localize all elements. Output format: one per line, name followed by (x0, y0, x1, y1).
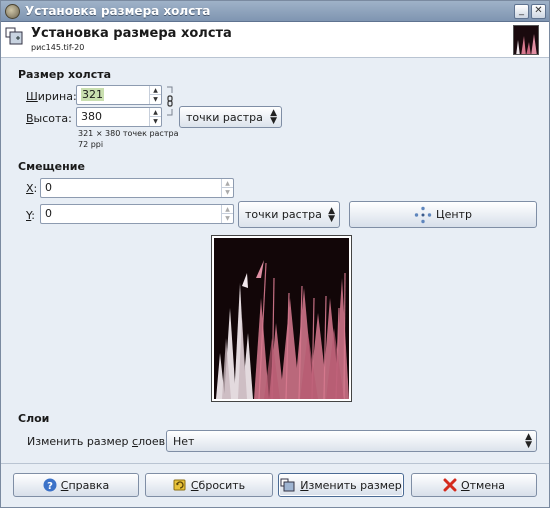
canvas-pixel-info: 321 × 380 точек растра (78, 129, 179, 138)
chevron-updown-icon: ▲ ▼ (328, 206, 335, 224)
chain-link-icon[interactable] (166, 86, 174, 116)
offset-y-input[interactable]: 0 ▲ ▼ (40, 204, 234, 224)
resize-layers-label: Изменить размер слоев: (27, 435, 169, 448)
height-value[interactable]: 380 (81, 110, 102, 123)
dialog-header: Установка размера холста рис145.tif-20 (1, 22, 549, 58)
dialog-heading: Установка размера холста (31, 26, 232, 41)
offset-unit-value: точки растра (245, 208, 322, 221)
reset-button[interactable]: Сбросить (145, 473, 273, 497)
height-label: Высота: (26, 112, 72, 125)
offset-x-value[interactable]: 0 (45, 181, 52, 194)
chevron-updown-icon: ▲ ▼ (270, 108, 277, 126)
center-button[interactable]: Центр (349, 201, 537, 228)
resize-label: Изменить размер (300, 478, 402, 492)
offset-y-stepper[interactable]: ▲ ▼ (221, 205, 233, 223)
resize-icon (280, 478, 295, 492)
offset-preview[interactable] (211, 235, 352, 402)
offset-x-label: X: (26, 182, 38, 195)
offset-section-title: Смещение (18, 160, 85, 173)
help-button[interactable]: ? Справка (13, 473, 139, 497)
separator (1, 463, 549, 464)
resize-layers-value: Нет (173, 435, 195, 448)
offset-y-value[interactable]: 0 (45, 207, 52, 220)
width-input[interactable]: 321 ▲ ▼ (76, 85, 162, 105)
svg-text:?: ? (47, 481, 53, 492)
offset-x-input[interactable]: 0 ▲ ▼ (40, 178, 234, 198)
image-name: рис145.tif-20 (31, 43, 85, 52)
canvas-ppi-info: 72 ppi (78, 140, 104, 149)
height-input[interactable]: 380 ▲ ▼ (76, 107, 162, 127)
canvas-size-section-title: Размер холста (18, 68, 112, 81)
title-bar[interactable]: Установка размера холста _ ✕ (1, 1, 549, 22)
help-label: Справка (60, 478, 110, 492)
gimp-app-icon[interactable] (5, 4, 20, 19)
offset-y-label: Y: (26, 209, 35, 222)
center-icon (414, 206, 432, 223)
layers-section-title: Слои (18, 412, 50, 425)
minimize-button[interactable]: _ (514, 4, 529, 19)
close-window-button[interactable]: ✕ (531, 4, 546, 19)
height-stepper[interactable]: ▲ ▼ (149, 108, 161, 126)
center-label: Центр (436, 208, 472, 221)
chevron-updown-icon: ▲ ▼ (525, 432, 532, 450)
width-label: Ширина: (26, 90, 77, 103)
cancel-label: Отмена (460, 478, 506, 492)
preview-image (214, 238, 349, 399)
window-title: Установка размера холста (25, 4, 211, 18)
offset-unit-select[interactable]: точки растра ▲ ▼ (238, 201, 340, 228)
width-value[interactable]: 321 (81, 88, 104, 101)
help-icon: ? (43, 478, 57, 492)
cancel-icon (443, 478, 457, 492)
width-stepper[interactable]: ▲ ▼ (149, 86, 161, 104)
canvas-size-icon (5, 27, 23, 45)
canvas-unit-value: точки растра (186, 111, 263, 124)
image-thumbnail (513, 25, 539, 55)
resize-layers-select[interactable]: Нет ▲ ▼ (166, 430, 537, 452)
canvas-unit-select[interactable]: точки растра ▲ ▼ (179, 106, 282, 128)
offset-x-stepper[interactable]: ▲ ▼ (221, 179, 233, 197)
reset-icon (173, 479, 186, 491)
reset-label: Сбросить (190, 478, 246, 492)
resize-button[interactable]: Изменить размер (278, 473, 404, 497)
cancel-button[interactable]: Отмена (411, 473, 537, 497)
canvas-size-dialog: Установка размера холста _ ✕ Установка р… (0, 0, 550, 508)
